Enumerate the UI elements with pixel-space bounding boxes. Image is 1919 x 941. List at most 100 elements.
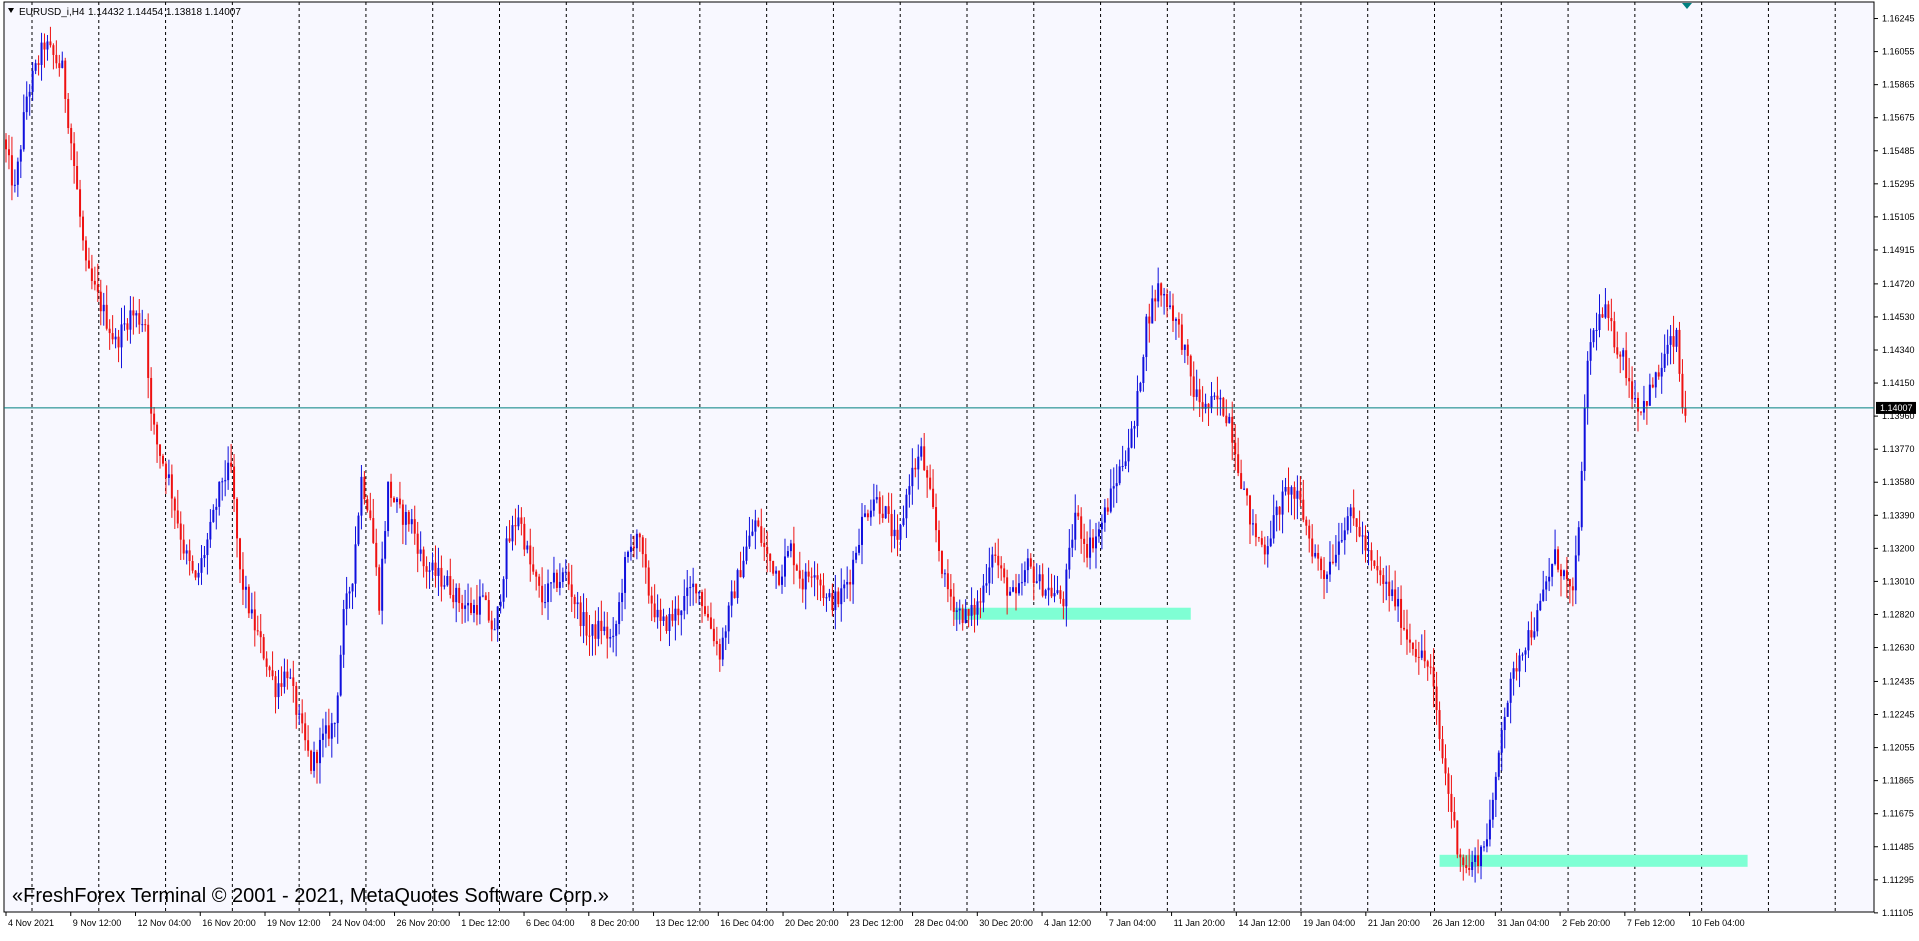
- candle-body: [493, 629, 496, 631]
- candle-body: [1266, 546, 1269, 555]
- x-tick-label: 26 Nov 20:00: [397, 918, 451, 928]
- candle-body: [1453, 811, 1456, 821]
- candle-body: [1163, 293, 1166, 296]
- candle-body: [961, 608, 964, 623]
- candle-body: [1456, 820, 1459, 855]
- candle-body: [262, 637, 265, 659]
- candle-body: [156, 424, 159, 445]
- candle-body: [304, 723, 307, 741]
- candle-body: [413, 519, 416, 534]
- candle-body: [1240, 473, 1243, 489]
- candle-body: [855, 552, 858, 560]
- candle-body: [1192, 376, 1195, 397]
- candle-body: [1471, 861, 1474, 871]
- candle-body: [259, 631, 262, 638]
- candle-body: [452, 594, 455, 603]
- candle-body: [940, 551, 943, 574]
- x-tick-label: 4 Nov 2021: [8, 918, 54, 928]
- copyright-label: «FreshForex Terminal © 2001 - 2021, Meta…: [12, 885, 609, 907]
- candle-body: [1089, 537, 1092, 558]
- candle-body: [1675, 329, 1678, 347]
- candle-body: [715, 641, 718, 645]
- candle-body: [185, 550, 188, 554]
- candle-body: [938, 530, 940, 552]
- candle-body: [472, 604, 475, 614]
- y-tick-label: 1.11675: [1882, 809, 1914, 819]
- plot-area[interactable]: [3, 1, 1875, 913]
- candle-body: [407, 511, 410, 525]
- candle-body: [618, 602, 621, 625]
- candle-body: [301, 713, 304, 724]
- x-tick-label: 21 Jan 20:00: [1368, 918, 1420, 928]
- candle-body: [706, 613, 709, 618]
- y-tick-label: 1.14720: [1882, 279, 1915, 289]
- candle-body: [629, 546, 632, 552]
- candle-body: [1148, 316, 1151, 324]
- candle-body: [330, 723, 333, 739]
- candle-body: [529, 545, 532, 565]
- x-tick-label: 10 Feb 04:00: [1692, 918, 1745, 928]
- x-tick-label: 28 Dec 04:00: [915, 918, 969, 928]
- candle-body: [25, 96, 28, 113]
- y-tick-label: 1.13010: [1882, 576, 1915, 586]
- ohlc-label: 1.14432 1.14454 1.13818 1.14007: [88, 7, 241, 18]
- candle-body: [1403, 627, 1406, 630]
- candle-body: [1385, 581, 1388, 585]
- candle-body: [745, 546, 748, 561]
- candle-body: [313, 751, 316, 771]
- candle-body: [236, 498, 239, 539]
- candle-body: [1115, 483, 1118, 487]
- candle-body: [727, 605, 730, 632]
- candle-body: [393, 497, 396, 503]
- candle-body: [105, 304, 108, 329]
- candle-body: [1326, 574, 1329, 579]
- candle-body: [123, 323, 126, 325]
- candle-body: [161, 455, 164, 464]
- x-tick-label: 13 Dec 12:00: [656, 918, 710, 928]
- candle-body: [324, 725, 327, 734]
- y-tick-label: 1.14915: [1882, 245, 1915, 255]
- candle-body: [176, 510, 179, 524]
- candle-body: [487, 600, 490, 621]
- chart-window[interactable]: 1.16245 1.16055 1.15865 1.15675 1.15485 1.152…: [0, 0, 1919, 936]
- candle-body: [206, 539, 209, 556]
- candle-body: [1124, 461, 1127, 467]
- x-tick-label: 24 Nov 04:00: [332, 918, 386, 928]
- candle-body: [1450, 793, 1453, 812]
- candle-body: [712, 628, 715, 642]
- support-zone: [1439, 854, 1748, 867]
- candle-body: [170, 474, 173, 499]
- candle-body: [253, 609, 256, 631]
- candle-body: [1133, 426, 1136, 429]
- candle-body: [1565, 570, 1568, 580]
- symbol-header: EURUSD_i,H4 1.14432 1.14454 1.13818 1.14…: [8, 7, 241, 18]
- candle-body: [345, 593, 348, 610]
- candle-body: [1059, 590, 1062, 599]
- candle-body: [256, 630, 259, 632]
- candle-body: [87, 260, 90, 269]
- candle-body: [46, 41, 49, 50]
- candle-body: [1169, 305, 1172, 308]
- candle-body: [215, 506, 218, 510]
- candle-body: [90, 268, 93, 281]
- candle-body: [384, 531, 387, 559]
- candle-body: [1560, 569, 1562, 577]
- y-tick-label: 1.11485: [1882, 842, 1914, 852]
- candle-body: [943, 573, 946, 575]
- candle-body: [342, 609, 345, 655]
- y-tick-label: 1.11295: [1882, 875, 1914, 885]
- candle-body: [1628, 378, 1631, 382]
- candle-body: [96, 284, 99, 292]
- candle-body: [1106, 507, 1109, 512]
- candle-body: [552, 572, 555, 583]
- candle-body: [52, 45, 55, 55]
- candle-body: [573, 596, 576, 605]
- candle-body: [1281, 491, 1284, 515]
- price-chart[interactable]: 1.16245 1.16055 1.15865 1.15675 1.15485 1.152…: [0, 0, 1919, 936]
- candle-body: [748, 535, 751, 547]
- candle-body: [775, 570, 778, 574]
- candle-body: [1216, 395, 1219, 400]
- candle-body: [772, 561, 775, 574]
- candle-body: [594, 624, 597, 639]
- candle-body: [1006, 577, 1009, 596]
